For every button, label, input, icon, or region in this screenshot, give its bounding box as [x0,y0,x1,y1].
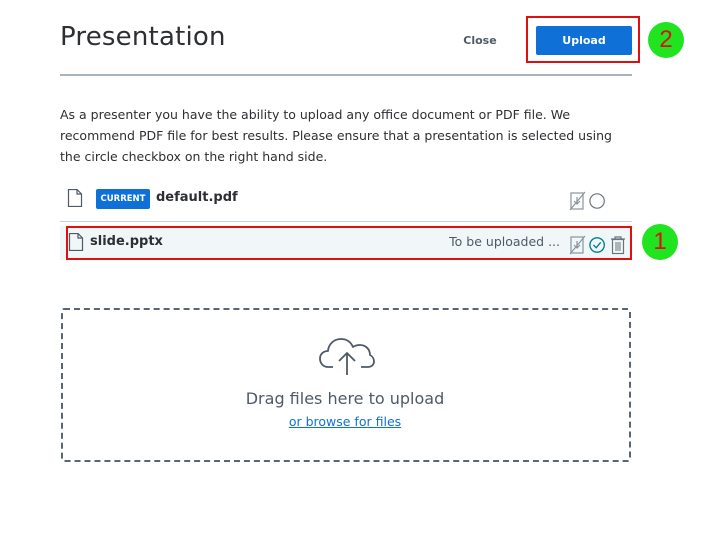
select-presentation-radio[interactable] [589,191,607,211]
cloud-upload-icon [319,338,375,375]
upload-description: As a presenter you have the ability to u… [60,107,612,164]
file-icon [67,189,83,207]
step-marker-1: 1 [642,224,678,260]
browse-files-link[interactable]: or browse for files [180,414,510,429]
highlight-box-upload [526,16,640,63]
drag-files-text: Drag files here to upload [245,389,445,408]
download-disabled-icon[interactable] [569,191,587,211]
header-divider [60,74,632,76]
step-marker-2: 2 [648,22,684,58]
modal-title: Presentation [60,22,226,52]
row-divider [60,221,632,222]
close-button[interactable]: Close [458,32,502,50]
current-badge: CURRENT [96,189,150,209]
file-dropzone[interactable] [61,308,631,462]
file-name: default.pdf [156,190,238,205]
highlight-box-file-row [66,226,632,260]
